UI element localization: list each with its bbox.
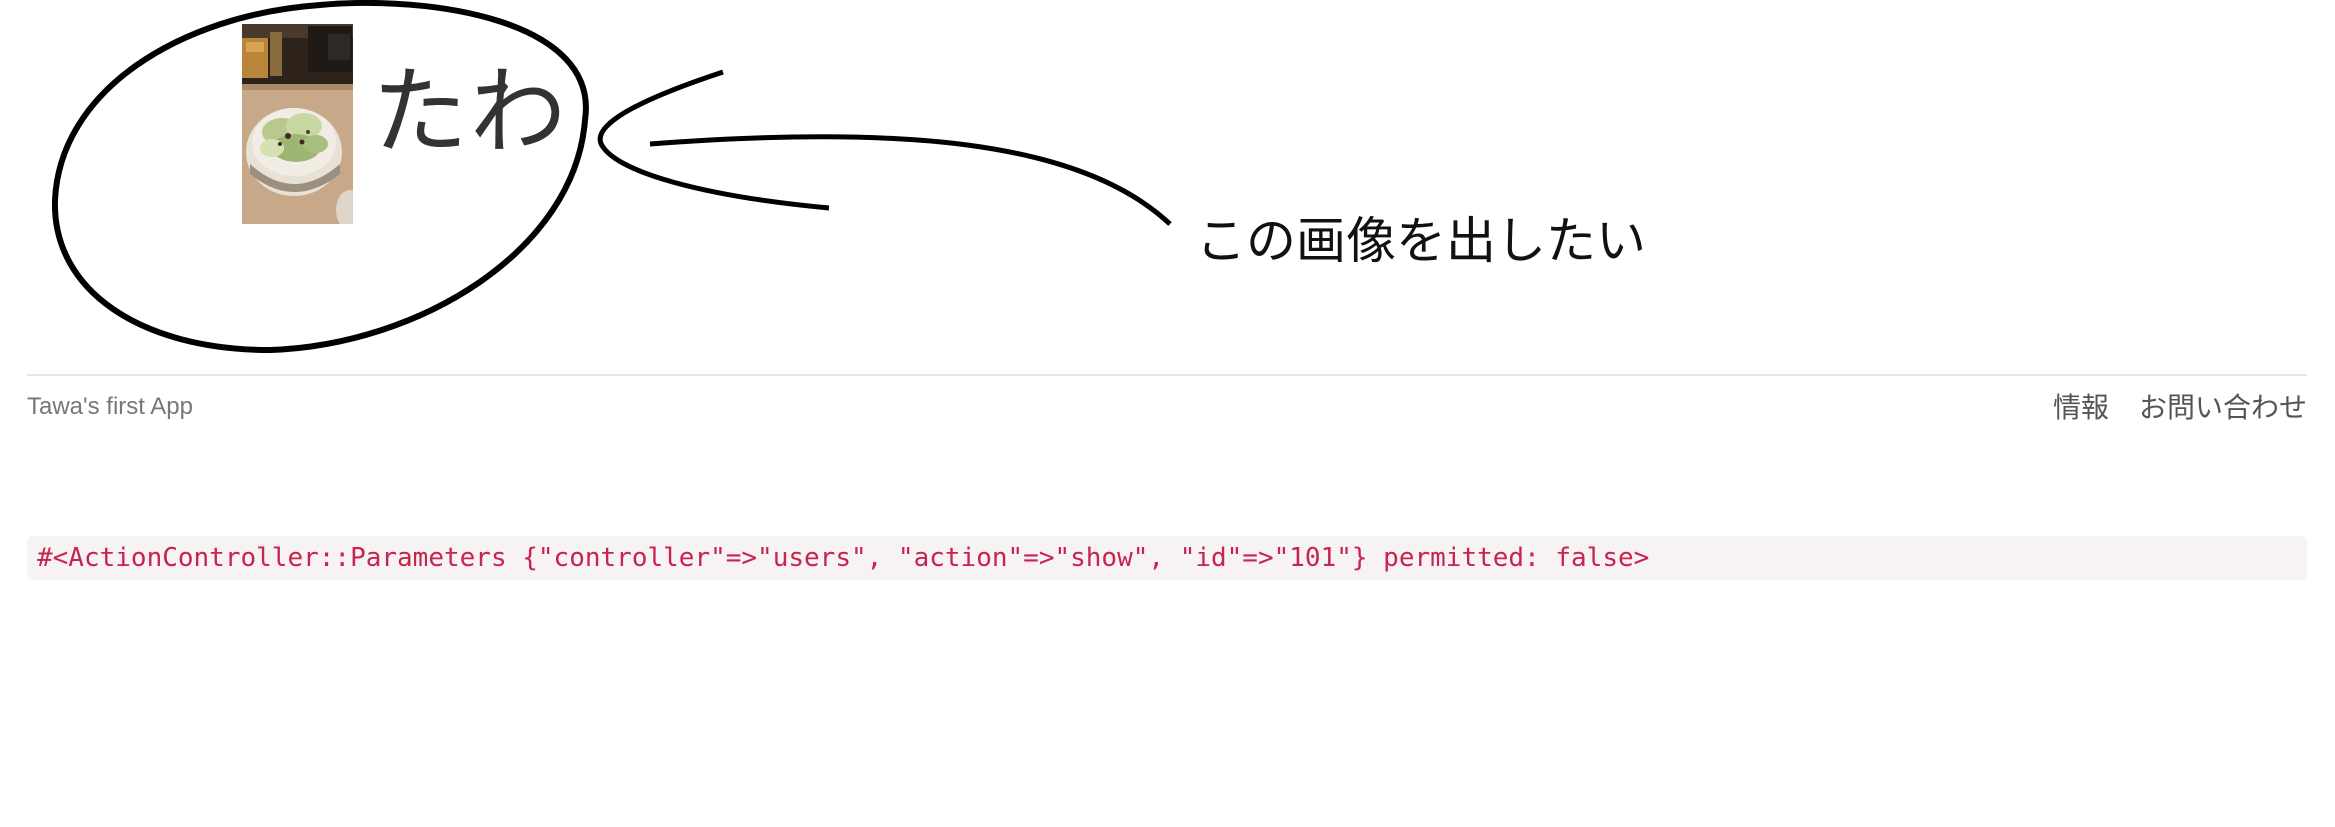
site-footer: Tawa's first App 情報 お問い合わせ [27, 374, 2307, 456]
user-name-heading: たわ [372, 56, 568, 168]
footer-link-contact[interactable]: お問い合わせ [2139, 388, 2307, 428]
debug-params-block: #<ActionController::Parameters {"control… [27, 536, 2307, 580]
salad-photo-icon [242, 24, 353, 224]
user-avatar-image [242, 24, 353, 224]
user-profile: たわ [0, 0, 2335, 370]
debug-params-text: #<ActionController::Parameters {"control… [37, 543, 1650, 573]
annotation-note: この画像を出したい [1196, 212, 1646, 270]
footer-brand: Tawa's first App [27, 393, 193, 420]
footer-nav: 情報 お問い合わせ [2053, 388, 2307, 428]
footer-link-about[interactable]: 情報 [2053, 388, 2109, 428]
